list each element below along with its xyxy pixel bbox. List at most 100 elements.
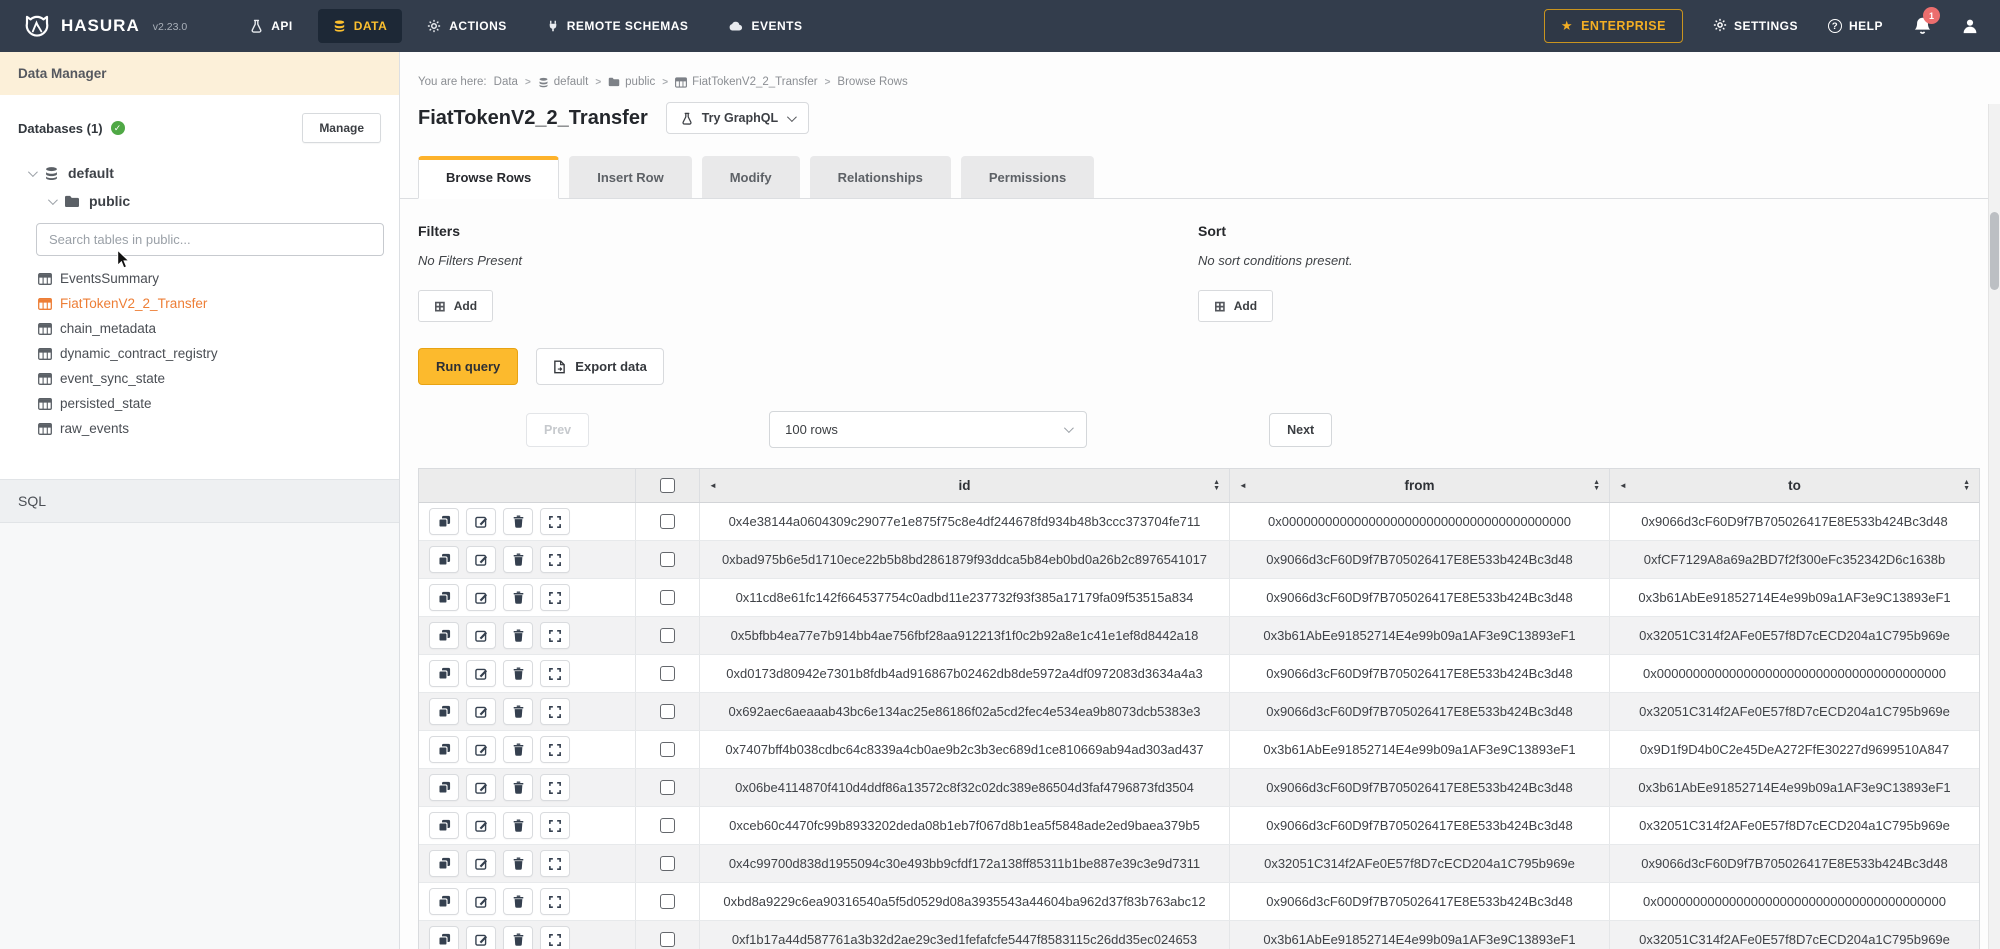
delete-row-button[interactable]: [503, 926, 533, 949]
nav-item-actions[interactable]: ACTIONS: [412, 9, 522, 43]
row-checkbox[interactable]: [660, 514, 675, 529]
export-data-button[interactable]: Export data: [536, 348, 664, 385]
sidebar-item-chain_metadata[interactable]: chain_metadata: [38, 316, 383, 341]
column-header-from[interactable]: ◄ from ▲▼: [1229, 469, 1609, 502]
sidebar-item-sql[interactable]: SQL: [0, 480, 399, 523]
delete-row-button[interactable]: [503, 850, 533, 877]
delete-row-button[interactable]: [503, 508, 533, 535]
tab-permissions[interactable]: Permissions: [961, 156, 1094, 198]
edit-row-button[interactable]: [466, 584, 496, 611]
tab-insert-row[interactable]: Insert Row: [569, 156, 691, 198]
run-query-button[interactable]: Run query: [418, 348, 518, 385]
clone-row-button[interactable]: [429, 698, 459, 725]
clone-row-button[interactable]: [429, 888, 459, 915]
add-filter-button[interactable]: ⊞ Add: [418, 290, 493, 322]
sidebar-item-EventsSummary[interactable]: EventsSummary: [38, 266, 383, 291]
nav-item-data[interactable]: DATA: [318, 9, 403, 43]
nav-item-events[interactable]: EVENTS: [713, 9, 817, 43]
clone-row-button[interactable]: [429, 926, 459, 949]
clone-row-button[interactable]: [429, 584, 459, 611]
row-checkbox[interactable]: [660, 590, 675, 605]
edit-row-button[interactable]: [466, 774, 496, 801]
enterprise-button[interactable]: ★ ENTERPRISE: [1544, 9, 1683, 43]
expand-row-button[interactable]: [540, 774, 570, 801]
try-graphql-button[interactable]: Try GraphQL: [666, 102, 809, 134]
expand-row-button[interactable]: [540, 736, 570, 763]
edit-row-button[interactable]: [466, 888, 496, 915]
scrollbar-thumb[interactable]: [1990, 212, 1999, 290]
sidebar-item-FiatTokenV2_2_Transfer[interactable]: FiatTokenV2_2_Transfer: [38, 291, 383, 316]
delete-row-button[interactable]: [503, 546, 533, 573]
clone-row-button[interactable]: [429, 660, 459, 687]
expand-row-button[interactable]: [540, 850, 570, 877]
delete-row-button[interactable]: [503, 622, 533, 649]
sidebar-item-dynamic_contract_registry[interactable]: dynamic_contract_registry: [38, 341, 383, 366]
row-checkbox[interactable]: [660, 894, 675, 909]
sort-icon[interactable]: ▲▼: [1593, 480, 1600, 492]
tab-browse-rows[interactable]: Browse Rows: [418, 156, 559, 199]
edit-row-button[interactable]: [466, 850, 496, 877]
expand-row-button[interactable]: [540, 888, 570, 915]
edit-row-button[interactable]: [466, 622, 496, 649]
hasura-brand[interactable]: HASURA v2.23.0: [22, 11, 187, 41]
expand-row-button[interactable]: [540, 508, 570, 535]
expand-row-button[interactable]: [540, 622, 570, 649]
collapse-column-icon[interactable]: ◄: [1239, 481, 1247, 490]
delete-row-button[interactable]: [503, 660, 533, 687]
breadcrumb-item-public[interactable]: public: [608, 76, 655, 88]
clone-row-button[interactable]: [429, 622, 459, 649]
next-page-button[interactable]: Next: [1269, 413, 1332, 447]
expand-row-button[interactable]: [540, 584, 570, 611]
delete-row-button[interactable]: [503, 584, 533, 611]
notifications-button[interactable]: 1: [1913, 16, 1932, 36]
clone-row-button[interactable]: [429, 812, 459, 839]
breadcrumb-item-browse-rows[interactable]: Browse Rows: [837, 76, 907, 88]
expand-row-button[interactable]: [540, 660, 570, 687]
delete-row-button[interactable]: [503, 888, 533, 915]
breadcrumb-item-default[interactable]: default: [538, 76, 589, 88]
row-checkbox[interactable]: [660, 780, 675, 795]
expand-row-button[interactable]: [540, 812, 570, 839]
sort-icon[interactable]: ▲▼: [1213, 480, 1220, 492]
select-all-checkbox[interactable]: [660, 478, 675, 493]
collapse-column-icon[interactable]: ◄: [1619, 481, 1627, 490]
clone-row-button[interactable]: [429, 508, 459, 535]
chevron-down-icon[interactable]: [48, 195, 58, 205]
row-checkbox[interactable]: [660, 818, 675, 833]
sidebar-item-event_sync_state[interactable]: event_sync_state: [38, 366, 383, 391]
tab-modify[interactable]: Modify: [702, 156, 800, 198]
add-sort-button[interactable]: ⊞ Add: [1198, 290, 1273, 322]
delete-row-button[interactable]: [503, 698, 533, 725]
clone-row-button[interactable]: [429, 850, 459, 877]
edit-row-button[interactable]: [466, 926, 496, 949]
clone-row-button[interactable]: [429, 546, 459, 573]
nav-item-api[interactable]: API: [235, 9, 308, 43]
sidebar-item-persisted_state[interactable]: persisted_state: [38, 391, 383, 416]
expand-row-button[interactable]: [540, 698, 570, 725]
clone-row-button[interactable]: [429, 774, 459, 801]
column-header-to[interactable]: ◄ to ▲▼: [1609, 469, 1979, 502]
clone-row-button[interactable]: [429, 736, 459, 763]
delete-row-button[interactable]: [503, 774, 533, 801]
row-checkbox[interactable]: [660, 932, 675, 947]
column-header-id[interactable]: ◄ id ▲▼: [699, 469, 1229, 502]
edit-row-button[interactable]: [466, 736, 496, 763]
prev-page-button[interactable]: Prev: [526, 413, 589, 447]
breadcrumb-item-data[interactable]: Data: [494, 76, 518, 88]
delete-row-button[interactable]: [503, 736, 533, 763]
settings-button[interactable]: SETTINGS: [1713, 18, 1798, 35]
row-checkbox[interactable]: [660, 704, 675, 719]
delete-row-button[interactable]: [503, 812, 533, 839]
manage-button[interactable]: Manage: [302, 113, 381, 143]
sidebar-item-public-schema[interactable]: public: [48, 187, 383, 215]
row-checkbox[interactable]: [660, 628, 675, 643]
user-button[interactable]: [1962, 18, 1978, 34]
sidebar-item-raw_events[interactable]: raw_events: [38, 416, 383, 441]
row-checkbox[interactable]: [660, 856, 675, 871]
row-checkbox[interactable]: [660, 552, 675, 567]
expand-row-button[interactable]: [540, 926, 570, 949]
vertical-scrollbar[interactable]: [1988, 104, 2000, 949]
collapse-column-icon[interactable]: ◄: [709, 481, 717, 490]
row-checkbox[interactable]: [660, 666, 675, 681]
edit-row-button[interactable]: [466, 812, 496, 839]
